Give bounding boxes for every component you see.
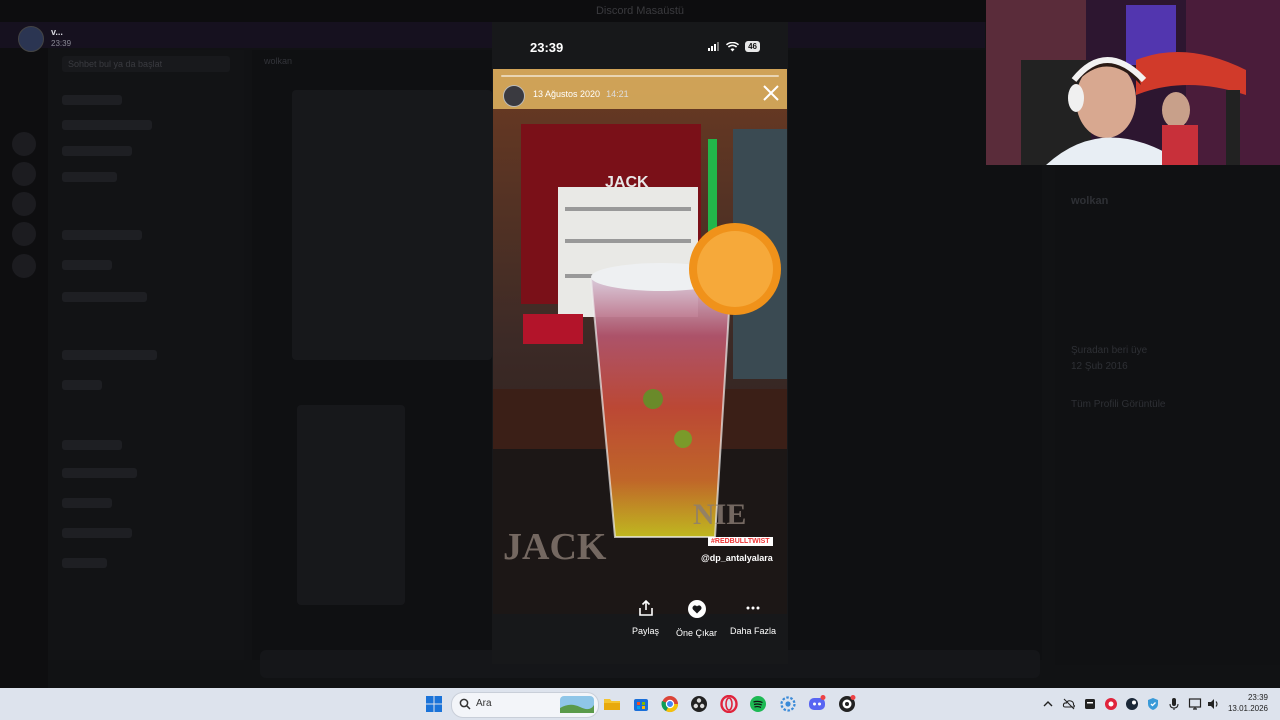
chat-image[interactable] xyxy=(297,405,405,605)
avatar xyxy=(18,26,44,52)
windows-start-icon[interactable] xyxy=(425,695,443,713)
obs-icon[interactable] xyxy=(690,695,708,713)
phone-screen: 23:39 46 JACK JACK NIE 13 Ağustos 2020 1… xyxy=(492,22,788,664)
server-icon[interactable] xyxy=(12,132,36,156)
channel-item[interactable] xyxy=(62,120,152,130)
svg-text:JACK: JACK xyxy=(503,526,607,568)
chrome-icon[interactable] xyxy=(661,695,679,713)
taskbar-clock[interactable]: 23:39 13.01.2026 xyxy=(1228,692,1268,714)
share-icon xyxy=(638,599,653,616)
server-list xyxy=(0,22,48,688)
member-since-label: Şuradan beri üye xyxy=(1071,345,1148,356)
discord-icon[interactable] xyxy=(808,695,826,713)
dm-item[interactable] xyxy=(62,350,157,360)
wifi-shield-icon[interactable] xyxy=(1146,697,1160,711)
battery-indicator: 46 xyxy=(745,41,760,52)
profile-name: wolkan xyxy=(1071,195,1109,207)
channel-header-name: wolkan xyxy=(264,56,293,66)
weather-widget-icon xyxy=(560,696,594,713)
story-progress-bar xyxy=(501,75,779,77)
clock-time: 23:39 xyxy=(1247,693,1268,702)
dm-item[interactable] xyxy=(62,260,112,270)
chevron-up-icon[interactable] xyxy=(1041,697,1055,711)
spotify-icon[interactable] xyxy=(749,695,767,713)
share-button[interactable]: Paylaş xyxy=(632,599,660,636)
wifi-icon xyxy=(726,41,740,51)
store-icon[interactable] xyxy=(632,695,650,713)
more-button[interactable]: Daha Fazla xyxy=(730,600,776,636)
signal-icon xyxy=(708,42,720,51)
story-image[interactable]: JACK JACK NIE 13 Ağustos 2020 14:21 #REDB… xyxy=(493,69,787,614)
cocktail-photo: JACK JACK NIE xyxy=(493,69,787,614)
webcam-feed xyxy=(986,0,1280,165)
server-icon[interactable] xyxy=(12,162,36,186)
highlight-button[interactable]: Öne Çıkar xyxy=(676,600,717,638)
file-explorer-icon[interactable] xyxy=(603,695,621,713)
clock-date: 13.01.2026 xyxy=(1227,704,1268,713)
member-since-date: 12 Şub 2016 xyxy=(1071,361,1128,372)
dm-item[interactable] xyxy=(62,230,142,240)
more-label: Daha Fazla xyxy=(730,626,777,636)
channel-item[interactable] xyxy=(62,95,122,105)
find-conversation-placeholder: Sohbet bul ya da başlat xyxy=(68,59,163,69)
channel-item[interactable] xyxy=(62,146,132,156)
cloud-off-icon[interactable] xyxy=(1062,697,1076,711)
server-icon[interactable] xyxy=(12,222,36,246)
notification-sender: v... xyxy=(51,27,63,37)
volume-icon[interactable] xyxy=(1206,697,1220,711)
avatar[interactable] xyxy=(503,85,525,107)
mention-sticker[interactable]: @dp_antalyalara xyxy=(701,553,773,563)
server-icon[interactable] xyxy=(12,254,36,278)
channel-sidebar: Sohbet bul ya da başlat xyxy=(48,50,244,660)
taskbar: Ara 23:39 13.01.2026 xyxy=(0,688,1280,720)
status-time: 23:39 xyxy=(530,40,564,55)
app-tray-icon[interactable] xyxy=(1083,697,1097,711)
profile-panel: wolkan Şuradan beri üye 12 Şub 2016 Tüm … xyxy=(1055,165,1280,665)
more-icon xyxy=(746,606,760,610)
share-label: Paylaş xyxy=(632,626,660,636)
taskbar-search[interactable]: Ara xyxy=(451,692,599,718)
dm-item[interactable] xyxy=(62,528,132,538)
record-icon[interactable] xyxy=(1104,697,1118,711)
dm-item[interactable] xyxy=(62,558,107,568)
settings-gear-icon[interactable] xyxy=(779,695,797,713)
dm-item[interactable] xyxy=(62,498,112,508)
network-icon[interactable] xyxy=(1188,697,1202,711)
phone-link-icon[interactable] xyxy=(838,695,856,713)
chat-image[interactable] xyxy=(292,90,492,360)
story-time: 14:21 xyxy=(606,89,629,99)
channel-item[interactable] xyxy=(62,172,117,182)
steam-icon[interactable] xyxy=(1125,697,1139,711)
status-icons: 46 xyxy=(708,41,760,52)
view-profile-link[interactable]: Tüm Profili Görüntüle xyxy=(1071,399,1165,410)
hashtag-sticker[interactable]: #REDBULLTWIST xyxy=(708,537,773,546)
server-icon[interactable] xyxy=(12,192,36,216)
search-icon xyxy=(459,698,471,710)
opera-icon[interactable] xyxy=(720,695,738,713)
webcam-overlay xyxy=(986,0,1280,165)
dm-item[interactable] xyxy=(62,292,147,302)
highlight-label: Öne Çıkar xyxy=(676,628,718,638)
dm-item[interactable] xyxy=(62,440,122,450)
notification-time: 23:39 xyxy=(51,39,72,48)
dm-item[interactable] xyxy=(62,468,137,478)
close-icon[interactable] xyxy=(761,83,781,103)
svg-text:JACK: JACK xyxy=(605,174,649,191)
app-title: Discord Masaüstü xyxy=(595,5,685,17)
microphone-icon[interactable] xyxy=(1167,697,1181,711)
heart-icon xyxy=(687,600,706,618)
svg-text:NIE: NIE xyxy=(693,498,746,531)
story-action-bar: Paylaş Öne Çıkar Daha Fazla xyxy=(492,598,788,658)
dm-item[interactable] xyxy=(62,380,102,390)
story-timestamp: 13 Ağustos 2020 14:21 xyxy=(533,89,629,99)
search-label: Ara xyxy=(476,698,492,709)
find-conversation-input[interactable]: Sohbet bul ya da başlat xyxy=(62,56,230,72)
story-date: 13 Ağustos 2020 xyxy=(533,89,601,99)
